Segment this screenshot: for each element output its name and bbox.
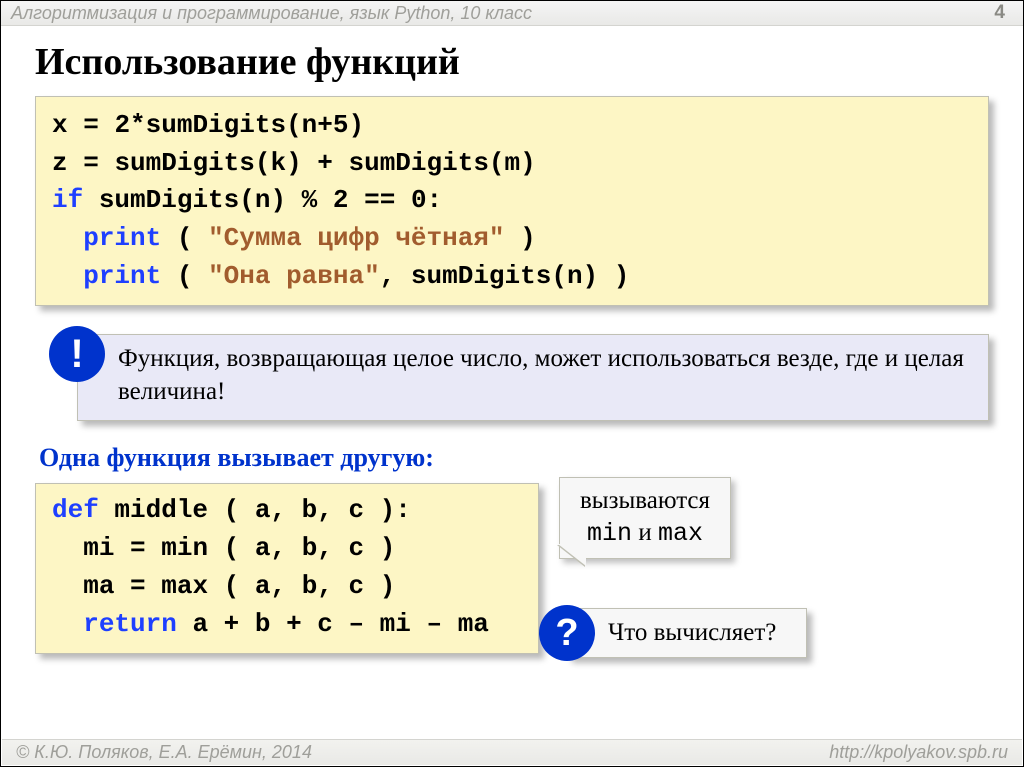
code-block-usage: x = 2*sumDigits(n+5) z = sumDigits(k) + … (35, 96, 989, 306)
callout-tail-icon (558, 544, 586, 566)
slide-header: Алгоритмизация и программирование, язык … (1, 1, 1023, 26)
question-box: Что вычисляет? (567, 608, 807, 658)
page-number: 4 (994, 2, 1005, 24)
code-line: print ( "Она равна", sumDigits(n) ) (52, 258, 972, 296)
code-line: z = sumDigits(k) + sumDigits(m) (52, 145, 972, 183)
question-row: ? Что вычисляет? (539, 605, 807, 661)
callout-line2: min и max (580, 517, 710, 549)
footer-left: © К.Ю. Поляков, Е.А. Ерёмин, 2014 (16, 742, 312, 763)
sub-heading: Одна функция вызывает другую: (39, 443, 989, 473)
code-line: print ( "Сумма цифр чётная" ) (52, 220, 972, 258)
hint-row: ! Функция, возвращающая целое число, мож… (49, 334, 989, 421)
callout-minmax: вызываются min и max (559, 477, 731, 559)
code-line: ma = max ( a, b, c ) (52, 568, 522, 606)
code-line: def middle ( a, b, c ): (52, 492, 522, 530)
code-block-middle: def middle ( a, b, c ): mi = min ( a, b,… (35, 483, 539, 654)
code-line: x = 2*sumDigits(n+5) (52, 107, 972, 145)
slide-footer: © К.Ю. Поляков, Е.А. Ерёмин, 2014 http:/… (2, 739, 1022, 765)
callout-line1: вызываются (580, 485, 710, 516)
code-line: return a + b + c – mi – ma (52, 606, 522, 644)
footer-right: http://kpolyakov.spb.ru (829, 742, 1008, 763)
code-line: if sumDigits(n) % 2 == 0: (52, 182, 972, 220)
hint-box: Функция, возвращающая целое число, может… (77, 334, 989, 421)
page-title: Использование функций (35, 40, 1023, 84)
course-title: Алгоритмизация и программирование, язык … (11, 3, 532, 24)
code-line: mi = min ( a, b, c ) (52, 530, 522, 568)
